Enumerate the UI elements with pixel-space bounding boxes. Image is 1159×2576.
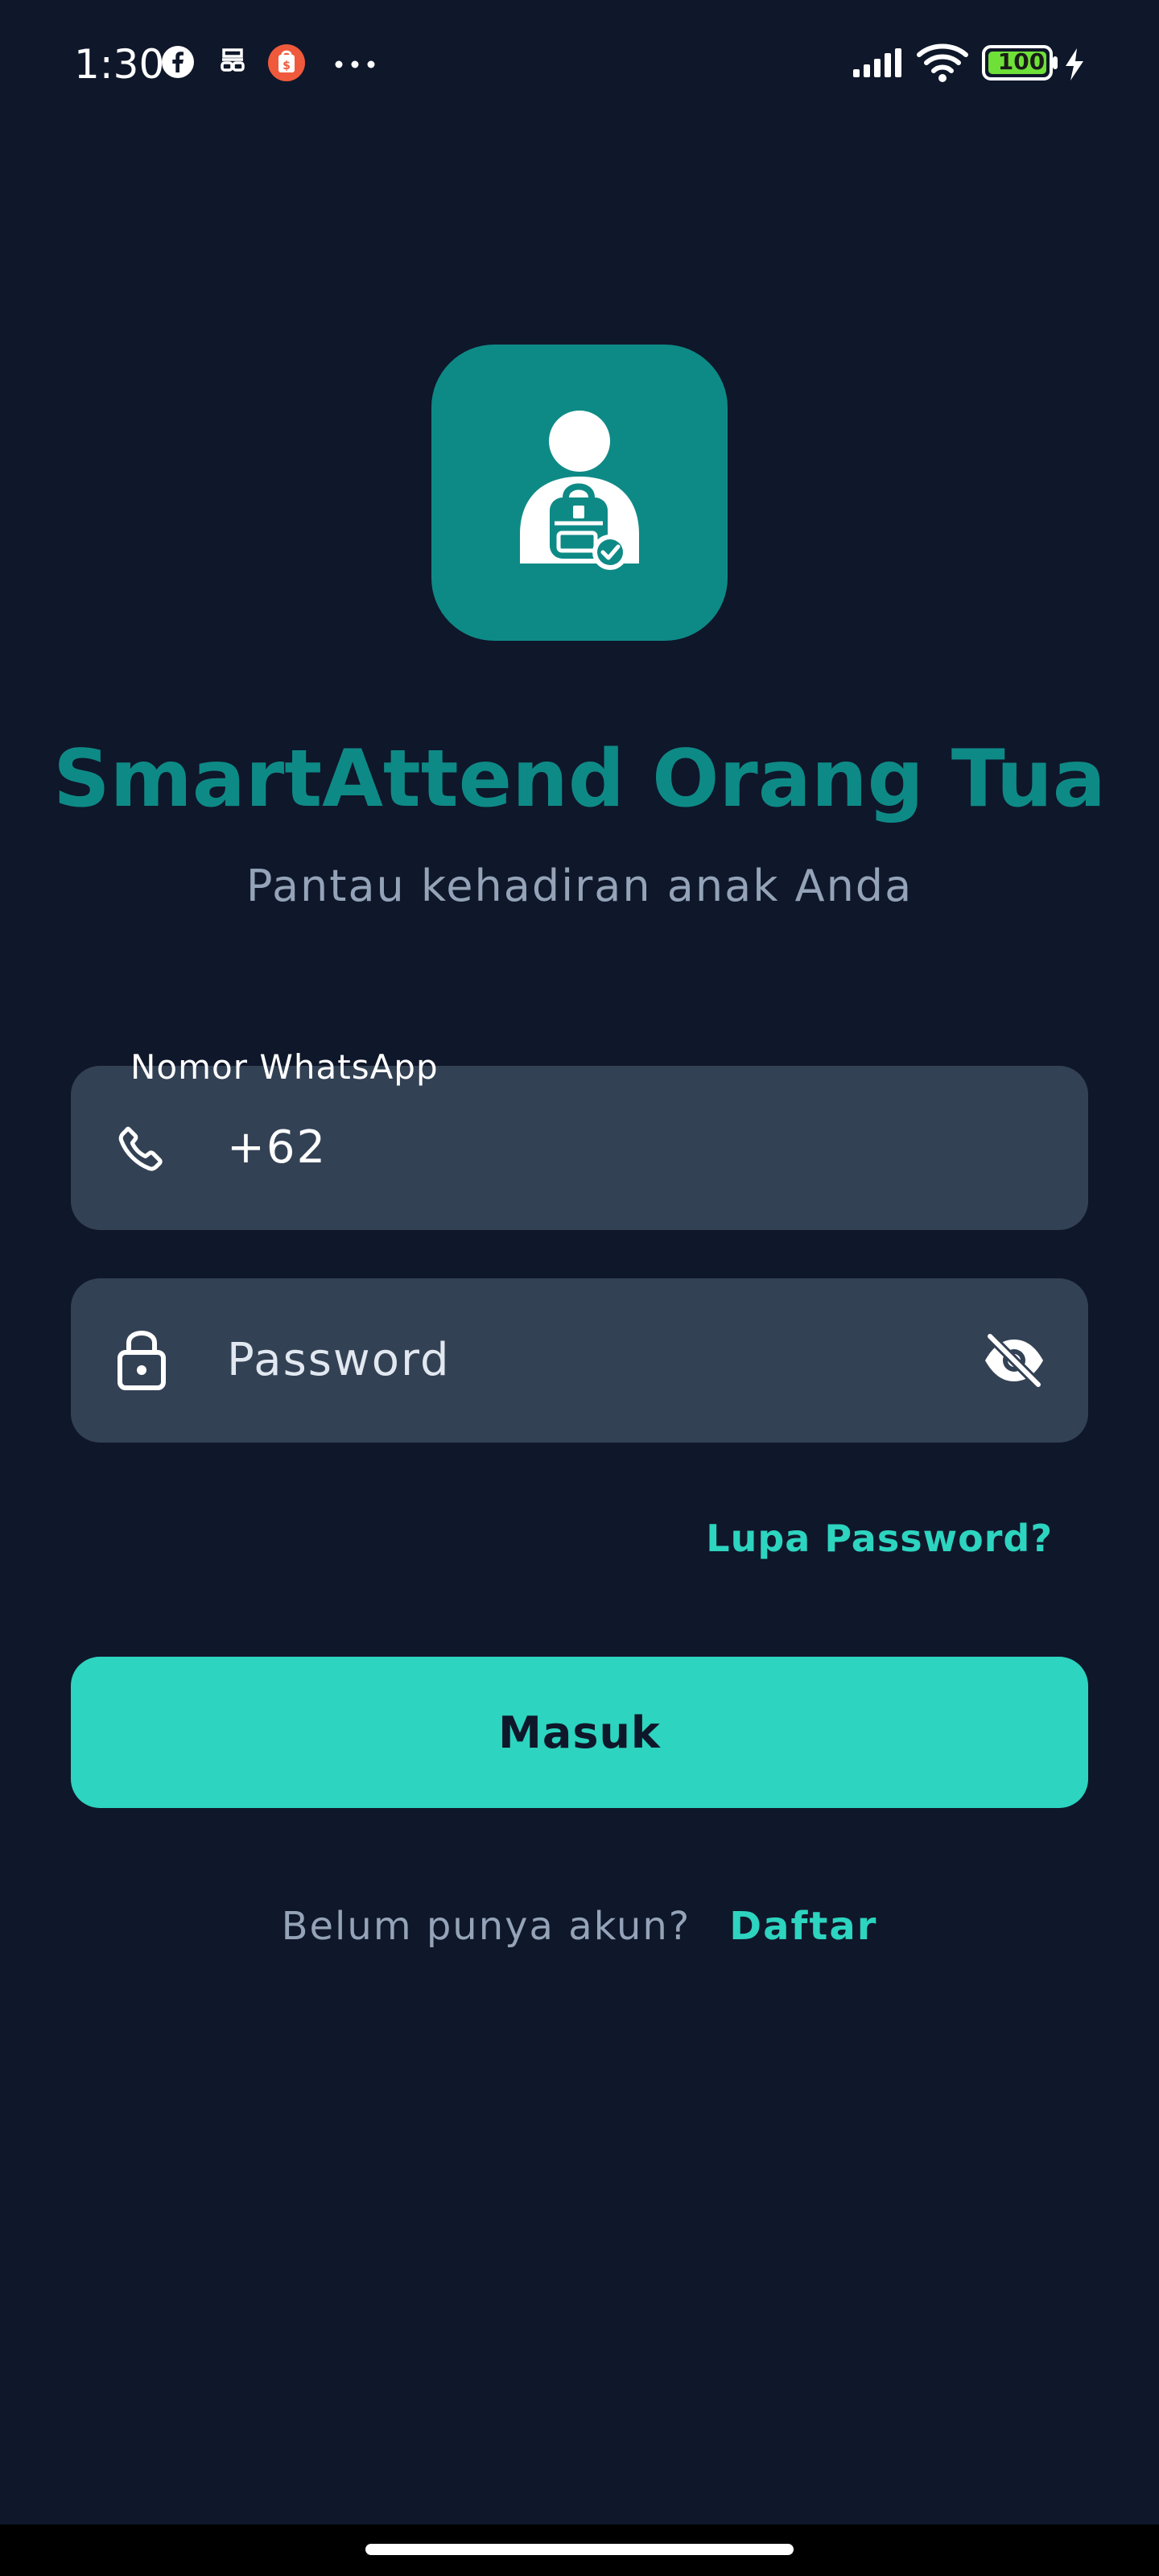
app-subtitle: Pantau kehadiran anak Anda: [245, 861, 914, 911]
svg-text:$: $: [283, 60, 291, 72]
facebook-icon: [161, 45, 195, 82]
more-dots-icon: [333, 39, 377, 79]
register-row: Belum punya akun? Daftar: [0, 1898, 1159, 1955]
status-bar: 1:30 $ 100: [0, 0, 1159, 129]
phone-field[interactable]: +62: [71, 1066, 1088, 1230]
wifi-icon: [916, 42, 969, 87]
phone-field-label: Nomor WhatsApp: [130, 1047, 439, 1087]
register-prompt: Belum punya akun?: [281, 1904, 691, 1949]
password-field[interactable]: Password: [71, 1278, 1088, 1443]
phone-icon: [113, 1121, 171, 1182]
eye-off-icon[interactable]: [982, 1331, 1046, 1393]
home-indicator[interactable]: [365, 2544, 794, 2555]
status-time: 1:30: [74, 41, 165, 88]
shop-icon: $: [267, 43, 306, 85]
login-button[interactable]: Masuk: [71, 1657, 1088, 1808]
charging-icon: [1062, 47, 1087, 85]
phone-input[interactable]: +62: [227, 1117, 327, 1179]
password-input[interactable]: Password: [227, 1330, 451, 1391]
student-backpack-check-icon: [520, 411, 639, 570]
signal-icon: [852, 47, 905, 82]
login-button-label: Masuk: [498, 1707, 661, 1758]
login-screen: 1:30 $ 100 SmartAttend Orang Tua Pantau …: [0, 0, 1159, 2576]
forgot-password-link[interactable]: Lupa Password?: [706, 1510, 1053, 1567]
lock-icon: [116, 1325, 167, 1396]
app-title: SmartAttend Orang Tua: [53, 733, 1106, 825]
battery-level: 100: [997, 48, 1046, 75]
glasses-icon: [216, 45, 250, 82]
register-link[interactable]: Daftar: [729, 1904, 877, 1949]
app-logo: [431, 345, 728, 641]
